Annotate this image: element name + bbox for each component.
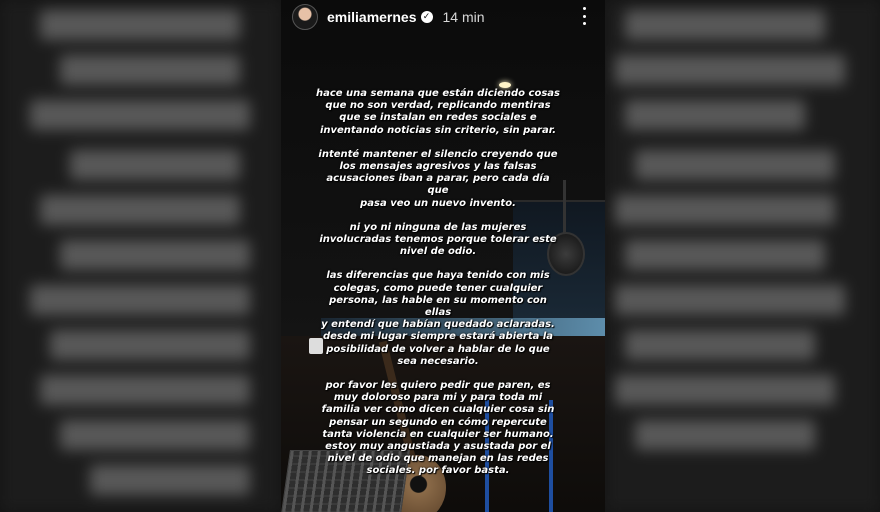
- story-header: emiliamernes ✓ 14 min: [281, 0, 605, 34]
- message-paragraph-5: por favor les quiero pedir que paren, es…: [321, 380, 555, 477]
- message-paragraph-1: hace una semana que están diciendo cosas…: [316, 88, 560, 136]
- story-message: hace una semana que están diciendo cosas…: [315, 88, 561, 490]
- microphone-stand: [563, 180, 566, 236]
- story-frame[interactable]: emiliamernes ✓ 14 min hace una semana qu…: [281, 0, 605, 512]
- message-paragraph-2: intenté mantener el silencio creyendo qu…: [318, 148, 558, 209]
- avatar[interactable]: [292, 4, 318, 30]
- message-paragraph-4: las diferencias que haya tenido con mis …: [321, 270, 555, 367]
- username[interactable]: emiliamernes: [327, 9, 417, 25]
- blurred-background-left: [0, 0, 281, 512]
- message-paragraph-3: ni yo ni ninguna de las mujeres involucr…: [319, 221, 557, 258]
- more-vertical-icon[interactable]: [583, 7, 587, 25]
- blurred-background-right: [605, 0, 880, 512]
- verified-badge-icon: ✓: [420, 11, 433, 23]
- post-time: 14 min: [442, 9, 485, 25]
